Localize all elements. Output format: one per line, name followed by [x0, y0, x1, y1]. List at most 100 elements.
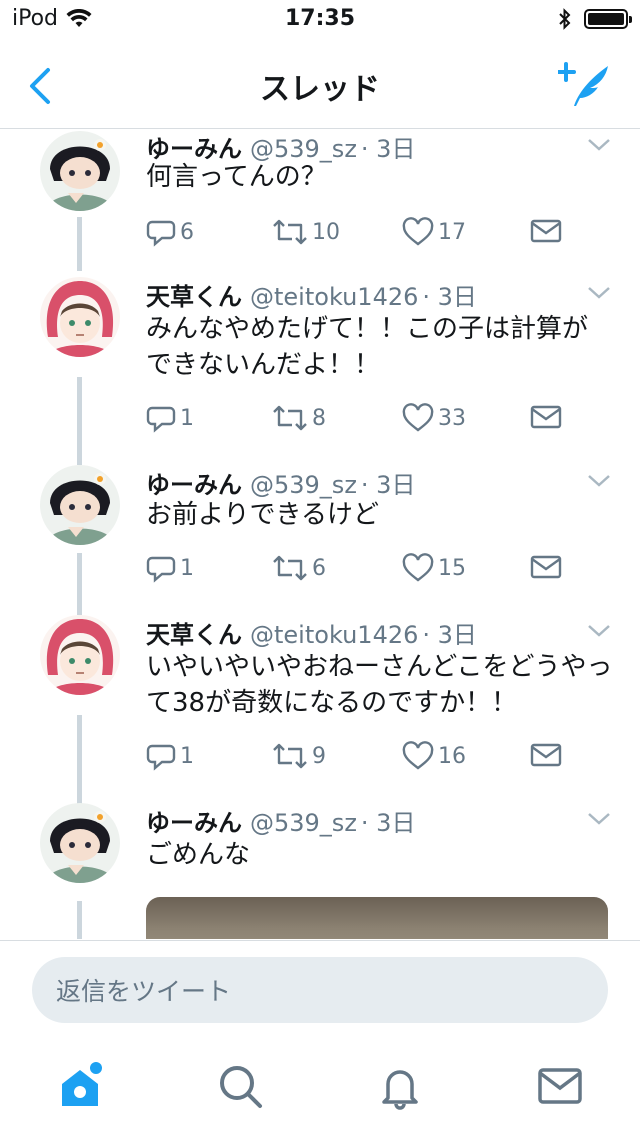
tweet-text: いやいやいやおねーさんどこをどうやって38が奇数になるのですか！！	[146, 652, 613, 718]
nav-bar: スレッド	[0, 40, 640, 129]
tweet-actions: 1 6 15	[146, 553, 616, 585]
retweet-button[interactable]: 6	[272, 553, 326, 583]
reply-count: 1	[180, 405, 194, 431]
mail-icon	[530, 555, 562, 579]
bluetooth-icon	[559, 8, 571, 30]
like-button[interactable]: 16	[402, 741, 466, 771]
tweet-header: ゆーみん @539_sz · 3日	[146, 803, 415, 838]
like-button[interactable]: 17	[402, 217, 466, 247]
thread-connector	[77, 901, 82, 939]
thread-connector	[77, 377, 82, 465]
tweet-time: · 3日	[422, 621, 477, 649]
tweet-media-image[interactable]	[146, 897, 608, 939]
author-name[interactable]: ゆーみん	[146, 471, 242, 499]
heart-icon	[402, 553, 434, 582]
mail-icon	[530, 219, 562, 243]
chevron-down-icon[interactable]	[586, 137, 612, 153]
avatar[interactable]	[40, 131, 120, 211]
like-button[interactable]: 33	[402, 403, 466, 433]
reply-bar: 返信をツイート	[0, 940, 640, 1041]
home-icon	[62, 1062, 102, 1106]
author-name[interactable]: 天草くん	[146, 621, 242, 649]
retweet-button[interactable]: 10	[272, 217, 340, 247]
chevron-down-icon[interactable]	[586, 623, 612, 639]
author-handle[interactable]: @teitoku1426	[250, 283, 418, 311]
tweet-header: 天草くん @teitoku1426 · 3日	[146, 615, 477, 650]
thread-connector	[77, 217, 82, 257]
tweet-text: みんなやめたげて！！この子は計算ができないんだよ！！	[146, 314, 589, 380]
retweet-icon	[273, 219, 307, 245]
author-handle[interactable]: @teitoku1426	[250, 621, 418, 649]
tweet[interactable]: ゆーみん @539_sz · 3日 ごめんな	[0, 803, 640, 939]
tab-messages[interactable]	[536, 1062, 584, 1110]
compose-button[interactable]	[556, 58, 614, 110]
tweet-actions: 1 9 16	[146, 741, 616, 773]
author-handle[interactable]: @539_sz	[250, 809, 357, 837]
retweet-button[interactable]: 8	[272, 403, 326, 433]
tab-home[interactable]	[56, 1062, 104, 1110]
tweet[interactable]: ゆーみん @539_sz · 3日 お前よりできるけど 1 6 15	[0, 465, 640, 615]
page-title: スレッド	[260, 72, 380, 107]
reply-icon	[146, 744, 176, 771]
mail-icon	[530, 743, 562, 767]
tab-bar	[0, 1040, 640, 1136]
chevron-down-icon[interactable]	[586, 811, 612, 827]
chevron-down-icon[interactable]	[586, 285, 612, 301]
tweet-text: 何言ってんの？	[146, 162, 327, 192]
author-handle[interactable]: @539_sz	[250, 471, 357, 499]
mail-icon	[538, 1068, 582, 1104]
heart-icon	[402, 217, 434, 246]
retweet-icon	[273, 405, 307, 431]
heart-icon	[402, 403, 434, 432]
like-button[interactable]: 15	[402, 553, 466, 583]
status-right	[558, 8, 632, 30]
retweet-count: 9	[312, 743, 326, 769]
reply-count: 1	[180, 555, 194, 581]
tweet-time: · 3日	[360, 809, 416, 837]
avatar[interactable]	[40, 465, 120, 545]
retweet-icon	[273, 555, 307, 581]
mail-icon	[530, 405, 562, 429]
author-name[interactable]: 天草くん	[146, 283, 242, 311]
tweet-header: 天草くん @teitoku1426 · 3日	[146, 277, 477, 312]
author-name[interactable]: ゆーみん	[146, 809, 242, 837]
avatar[interactable]	[40, 803, 120, 883]
retweet-count: 10	[312, 219, 340, 245]
tweet[interactable]: 天草くん @teitoku1426 · 3日 みんなやめたげて！！この子は計算ができ…	[0, 257, 640, 465]
avatar[interactable]	[40, 277, 120, 357]
retweet-button[interactable]: 9	[272, 741, 326, 771]
tweet-header: ゆーみん @539_sz · 3日	[146, 465, 415, 500]
reply-button[interactable]: 1	[146, 403, 194, 433]
reply-input[interactable]: 返信をツイート	[32, 957, 608, 1023]
thread-connector	[77, 553, 82, 615]
reply-icon	[146, 556, 176, 583]
status-bar: iPod 17:35	[0, 0, 640, 40]
compose-tweet-icon	[556, 62, 608, 106]
reply-button[interactable]: 6	[146, 217, 194, 247]
tweet[interactable]: ゆーみん @539_sz · 3日 何言ってんの？ 6 10 17	[0, 129, 640, 257]
thread-connector	[77, 715, 82, 805]
dm-button[interactable]	[530, 217, 562, 245]
like-count: 33	[438, 405, 466, 431]
thread-connector	[77, 257, 82, 271]
tab-search[interactable]	[216, 1062, 264, 1110]
reply-count: 6	[180, 219, 194, 245]
reply-button[interactable]: 1	[146, 553, 194, 583]
tweet-time: · 3日	[422, 283, 477, 311]
dm-button[interactable]	[530, 403, 562, 431]
avatar[interactable]	[40, 615, 120, 695]
tweet[interactable]: 天草くん @teitoku1426 · 3日 いやいやいやおねーさんどこをどうやって…	[0, 615, 640, 805]
tab-notifications[interactable]	[376, 1062, 424, 1110]
tweet-actions: 6 10 17	[146, 217, 616, 249]
dm-button[interactable]	[530, 741, 562, 769]
reply-icon	[146, 406, 176, 433]
chevron-down-icon[interactable]	[586, 473, 612, 489]
tweet-text: ごめんな	[146, 840, 251, 870]
battery-icon	[584, 9, 632, 29]
heart-icon	[402, 741, 434, 770]
reply-icon	[146, 220, 176, 247]
thread-timeline[interactable]: ゆーみん @539_sz · 3日 何言ってんの？ 6 10 17 天草くん @tei…	[0, 129, 640, 939]
dm-button[interactable]	[530, 553, 562, 581]
bell-icon	[382, 1070, 418, 1110]
reply-button[interactable]: 1	[146, 741, 194, 771]
